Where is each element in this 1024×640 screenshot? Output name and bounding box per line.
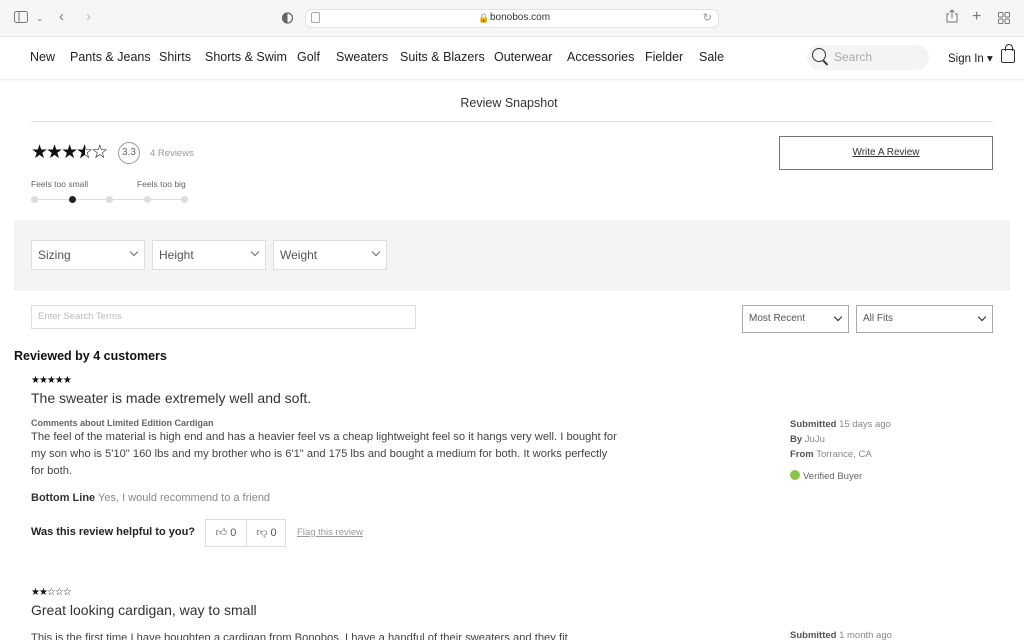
review-author: By JuJu	[790, 434, 825, 445]
verified-check-icon	[790, 470, 800, 480]
helpful-votes: 👍︎ 0 👎︎ 0	[205, 519, 286, 547]
new-tab-icon[interactable]: +	[972, 9, 981, 25]
fit-scale-dot	[181, 196, 188, 203]
weight-select[interactable]: Weight	[273, 240, 387, 270]
fit-big-label: Feels too big	[137, 179, 186, 189]
helpful-yes-button[interactable]: 👍︎ 0	[206, 520, 246, 546]
nav-item-new[interactable]: New	[30, 50, 55, 64]
submitted-label: Submitted	[790, 630, 837, 640]
nav-item-accessories[interactable]: Accessories	[567, 50, 634, 64]
chevron-down-icon	[833, 312, 843, 322]
review-search-input[interactable]: Enter Search Terms	[31, 305, 416, 329]
helpful-question: Was this review helpful to you?	[31, 526, 196, 538]
fit-select-label: All Fits	[863, 313, 893, 324]
review-bottom-line: Bottom Line Yes, I would recommend to a …	[31, 492, 270, 504]
chevron-down-icon	[371, 247, 381, 257]
height-select[interactable]: Height	[152, 240, 266, 270]
star-empty-icon: ☆	[91, 142, 109, 163]
nav-item-sale[interactable]: Sale	[699, 50, 724, 64]
review-title: Great looking cardigan, way to small	[31, 602, 257, 618]
helpful-no-count: 0	[270, 527, 277, 539]
by-label: By	[790, 434, 803, 445]
sign-in-menu[interactable]: Sign In ▾	[948, 51, 993, 65]
chevron-down-icon	[977, 312, 987, 322]
review-body: This is the first time I have boughten a…	[31, 632, 568, 640]
height-select-label: Height	[159, 248, 194, 262]
author-name: JuJu	[804, 434, 825, 445]
chevron-down-icon[interactable]: ⌄	[36, 10, 44, 26]
sizing-select-label: Sizing	[38, 248, 71, 262]
flag-review-link[interactable]: Flag this review	[297, 527, 363, 538]
fit-small-label: Feels too small	[31, 179, 89, 189]
submitted-label: Submitted	[790, 419, 837, 430]
review-body: The feel of the material is high end and…	[31, 431, 617, 477]
chevron-down-icon	[129, 247, 139, 257]
review-submitted: Submitted 1 month ago	[790, 630, 892, 640]
lock-icon: 🔒	[478, 13, 490, 23]
verified-label: Verified Buyer	[803, 471, 863, 482]
nav-item-outerwear[interactable]: Outerwear	[494, 50, 552, 64]
shopping-bag-icon[interactable]	[1001, 44, 1015, 63]
review-title: The sweater is made extremely well and s…	[31, 390, 312, 406]
share-icon[interactable]	[946, 9, 958, 26]
review-submitted: Submitted 15 days ago	[790, 419, 891, 430]
overall-rating-stars: ★★★☆★☆	[31, 142, 109, 163]
back-icon[interactable]: ‹	[59, 9, 64, 25]
reader-icon[interactable]	[311, 12, 320, 23]
reload-icon[interactable]: ↻	[703, 11, 712, 24]
review-product: Comments about Limited Edition Cardigan	[31, 418, 214, 428]
search-placeholder: Search	[834, 50, 873, 64]
sort-select-label: Most Recent	[749, 313, 806, 324]
url-text: bonobos.com	[490, 12, 551, 23]
nav-item-shorts-swim[interactable]: Shorts & Swim	[205, 50, 287, 64]
submitted-value: 1 month ago	[839, 630, 892, 640]
thumbs-down-icon: 👎︎	[256, 527, 268, 539]
location-value: Torrance, CA	[816, 449, 872, 460]
fit-scale-dot	[31, 196, 38, 203]
weight-select-label: Weight	[280, 248, 318, 262]
chevron-down-icon	[250, 247, 260, 257]
bottom-line-value: Yes, I would recommend to a friend	[98, 492, 271, 504]
review-stars: ★★★★★	[31, 375, 72, 386]
helpful-no-button[interactable]: 👎︎ 0	[246, 520, 286, 546]
fit-scale-dot	[143, 196, 151, 203]
fit-scale-dot-selected	[68, 196, 76, 203]
browser-toolbar: ⌄ ‹ › 🔒 bonobos.com ↻ +	[0, 0, 1024, 37]
nav-item-fielder[interactable]: Fielder	[645, 50, 683, 64]
submitted-value: 15 days ago	[839, 419, 891, 430]
nav-item-pants-jeans[interactable]: Pants & Jeans	[70, 50, 151, 64]
reviews-heading: Reviewed by 4 customers	[14, 349, 167, 363]
sidebar-icon[interactable]	[14, 10, 28, 26]
review-count[interactable]: 4 Reviews	[150, 148, 194, 159]
sizing-select[interactable]: Sizing	[31, 240, 145, 270]
divider	[31, 121, 993, 122]
fit-select[interactable]: All Fits	[856, 305, 993, 333]
verified-buyer-badge: Verified Buyer	[790, 470, 862, 482]
star-half-icon: ☆★	[76, 142, 94, 163]
search-icon	[812, 48, 826, 62]
review-snapshot-title: Review Snapshot	[460, 96, 558, 110]
thumbs-up-icon: 👍︎	[215, 527, 228, 539]
nav-item-shirts[interactable]: Shirts	[159, 50, 191, 64]
nav-item-sweaters[interactable]: Sweaters	[336, 50, 388, 64]
site-nav: New Pants & Jeans Shirts Shorts & Swim G…	[0, 38, 1024, 80]
bottom-line-label: Bottom Line	[31, 492, 96, 504]
address-bar[interactable]: 🔒 bonobos.com ↻	[305, 9, 719, 28]
fit-scale-dot	[106, 196, 113, 203]
average-rating-badge: 3.3	[118, 142, 140, 164]
write-review-button[interactable]: Write A Review	[779, 136, 993, 170]
privacy-shield-icon[interactable]	[281, 11, 294, 27]
helpful-yes-count: 0	[230, 527, 237, 539]
sort-select[interactable]: Most Recent	[742, 305, 849, 333]
forward-icon[interactable]: ›	[86, 9, 91, 25]
tab-overview-icon[interactable]	[998, 11, 1010, 27]
site-search[interactable]: Search	[807, 45, 929, 70]
from-label: From	[790, 449, 814, 460]
nav-item-suits-blazers[interactable]: Suits & Blazers	[400, 50, 485, 64]
nav-item-golf[interactable]: Golf	[297, 50, 320, 64]
review-location: From Torrance, CA	[790, 449, 872, 460]
review-stars: ★★☆☆☆	[31, 587, 72, 598]
